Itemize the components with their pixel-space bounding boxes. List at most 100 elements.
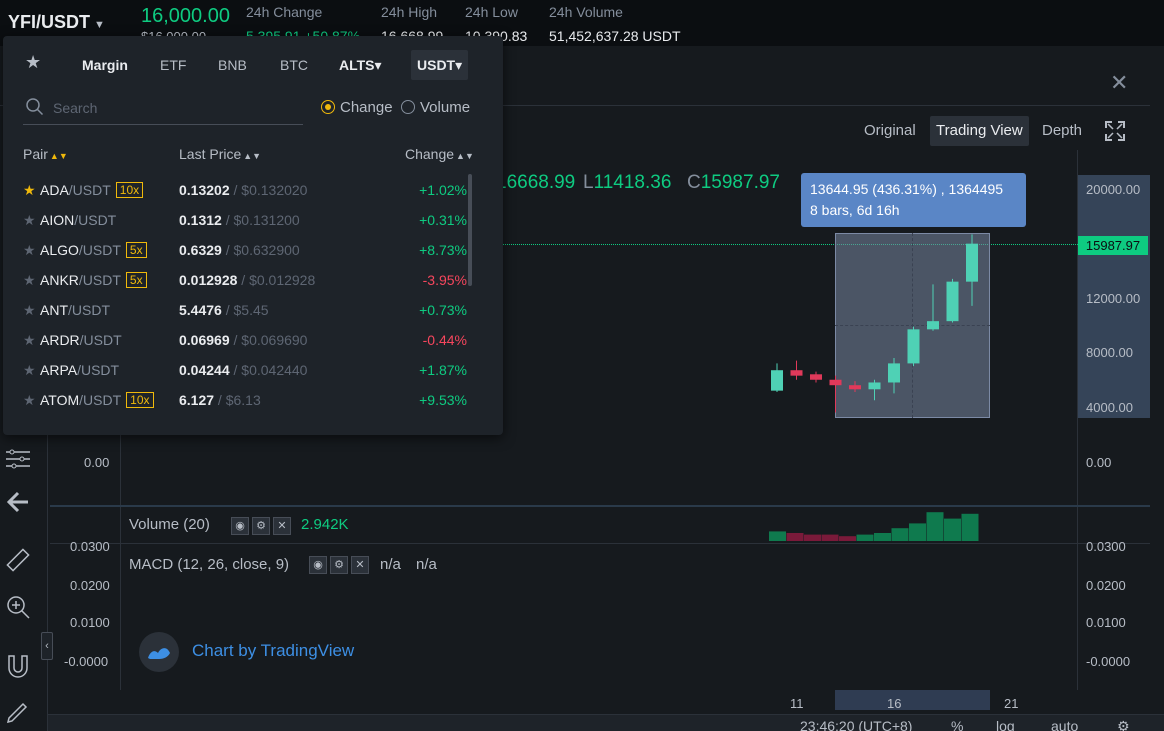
axis-label: 0.0200: [1086, 578, 1126, 593]
change-cell: +1.02%: [419, 182, 467, 198]
candle-body: [966, 243, 978, 282]
market-pair-dropdown: ★ Margin ETF BNB BTC ALTS▾ USDT▾ Change …: [3, 36, 503, 435]
leverage-badge: 10x: [126, 392, 154, 408]
scrollbar[interactable]: [468, 174, 472, 286]
axis-label: 0.0300: [1086, 539, 1126, 554]
close-icon[interactable]: ✕: [273, 517, 291, 535]
tradingview-link[interactable]: Chart by TradingView: [192, 641, 354, 661]
close-icon[interactable]: ✕: [351, 556, 369, 574]
x-axis-label: 16: [887, 696, 902, 711]
candle-body: [888, 363, 900, 383]
axis-label: -0.0000: [1086, 654, 1131, 669]
x-axis-label: 11: [790, 696, 804, 711]
macd-divider: [50, 543, 1150, 544]
candle-body: [771, 370, 783, 391]
favorites-star-icon[interactable]: ★: [25, 52, 41, 73]
volume-value: 2.942K: [301, 516, 349, 533]
x-axis-range-highlight: [835, 690, 990, 710]
pair-cell: ARDR/USDT: [40, 332, 122, 348]
auto-toggle[interactable]: auto: [1051, 718, 1078, 731]
axis-label-left: 0.0300: [70, 539, 110, 554]
pair-cell: ARPA/USDT: [40, 362, 120, 378]
table-row[interactable]: ★ ALGO/USDT 5x 0.6329 / $0.632900 +8.73%: [3, 235, 503, 265]
table-row[interactable]: ★ ARPA/USDT 0.04244 / $0.042440 +1.87%: [3, 355, 503, 385]
radio-dot: [401, 100, 415, 114]
log-toggle[interactable]: log: [996, 718, 1015, 731]
star-icon[interactable]: ★: [23, 212, 36, 229]
last-price-cell: 6.127 / $6.13: [179, 392, 261, 408]
change-cell: +0.73%: [419, 302, 467, 318]
volume-label: Volume (20): [129, 516, 210, 533]
candle-body: [946, 281, 959, 322]
star-icon[interactable]: ★: [23, 272, 36, 289]
tab-btc[interactable]: BTC: [274, 50, 314, 80]
last-price-cell: 0.13202 / $0.132020: [179, 182, 308, 198]
sort-icon: ▲▼: [49, 151, 68, 161]
drawing-toolbar: ‹: [0, 430, 53, 731]
table-row[interactable]: ★ ANKR/USDT 5x 0.012928 / $0.012928 -3.95%: [3, 265, 503, 295]
pair-cell: ALGO/USDT 5x: [40, 242, 147, 258]
last-price-cell: 0.6329 / $0.632900: [179, 242, 300, 258]
candle-body: [927, 321, 939, 330]
radio-change[interactable]: Change: [321, 99, 393, 116]
star-icon[interactable]: ★: [23, 332, 36, 349]
tab-etf[interactable]: ETF: [154, 50, 192, 80]
table-row[interactable]: ★ ARDR/USDT 0.06969 / $0.069690 -0.44%: [3, 325, 503, 355]
clock: 23:46:20 (UTC+8): [800, 718, 913, 731]
macd-value: n/a: [380, 556, 401, 573]
axis-label-left: -0.0000: [64, 654, 109, 669]
eye-icon[interactable]: ◉: [231, 517, 249, 535]
axis-label: 0.0100: [1086, 615, 1126, 630]
change-cell: +9.53%: [419, 392, 467, 408]
zoom-in-icon[interactable]: [4, 593, 32, 621]
last-price-cell: 0.04244 / $0.042440: [179, 362, 308, 378]
col-header-last-price[interactable]: Last Price ▲▼: [179, 146, 261, 162]
candle-body: [868, 382, 881, 390]
tab-usdt[interactable]: USDT▾: [411, 50, 469, 80]
candle-body: [829, 379, 842, 386]
percent-toggle[interactable]: %: [951, 718, 963, 731]
table-row[interactable]: ★ AION/USDT 0.1312 / $0.131200 +0.31%: [3, 205, 503, 235]
pair-cell: ANT/USDT: [40, 302, 110, 318]
last-price-cell: 0.1312 / $0.131200: [179, 212, 300, 228]
leverage-badge: 5x: [125, 272, 147, 288]
col-header-pair[interactable]: Pair ▲▼: [23, 146, 68, 162]
star-icon[interactable]: ★: [23, 182, 36, 199]
collapse-toolbar-button[interactable]: ‹: [41, 632, 53, 660]
change-cell: -3.95%: [422, 272, 467, 288]
change-cell: +1.87%: [419, 362, 467, 378]
tab-alts[interactable]: ALTS▾: [333, 50, 388, 80]
tab-margin[interactable]: Margin: [76, 50, 134, 80]
magnet-icon[interactable]: [4, 652, 32, 680]
pencil-lock-icon[interactable]: [4, 698, 32, 726]
gear-icon[interactable]: ⚙: [1117, 718, 1130, 731]
col-header-change[interactable]: Change ▲▼: [405, 146, 474, 162]
search-box: [23, 91, 303, 125]
last-price-cell: 0.012928 / $0.012928: [179, 272, 316, 288]
table-row[interactable]: ★ ATOM/USDT 10x 6.127 / $6.13 +9.53%: [3, 385, 503, 415]
tradingview-logo-icon[interactable]: [139, 632, 179, 672]
indicators-icon[interactable]: [4, 444, 32, 472]
ruler-icon[interactable]: [4, 546, 32, 574]
x-axis-label: 21: [1004, 696, 1019, 711]
table-row[interactable]: ★ ADA/USDT 10x 0.13202 / $0.132020 +1.02%: [3, 175, 503, 205]
star-icon[interactable]: ★: [23, 392, 36, 409]
star-icon[interactable]: ★: [23, 242, 36, 259]
change-cell: +8.73%: [419, 242, 467, 258]
pair-cell: AION/USDT: [40, 212, 117, 228]
star-icon[interactable]: ★: [23, 302, 36, 319]
eye-icon[interactable]: ◉: [309, 556, 327, 574]
gear-icon[interactable]: ⚙: [330, 556, 348, 574]
radio-volume[interactable]: Volume: [401, 99, 470, 116]
leverage-badge: 10x: [115, 182, 144, 198]
gear-icon[interactable]: ⚙: [252, 517, 270, 535]
sort-icon: ▲▼: [456, 151, 474, 161]
search-input[interactable]: [53, 98, 293, 118]
arrow-left-icon[interactable]: [4, 488, 32, 516]
change-cell: -0.44%: [422, 332, 467, 348]
search-icon: [26, 98, 44, 116]
tab-bnb[interactable]: BNB: [212, 50, 253, 80]
table-row[interactable]: ★ ANT/USDT 5.4476 / $5.45 +0.73%: [3, 295, 503, 325]
star-icon[interactable]: ★: [23, 362, 36, 379]
last-price-cell: 0.06969 / $0.069690: [179, 332, 308, 348]
